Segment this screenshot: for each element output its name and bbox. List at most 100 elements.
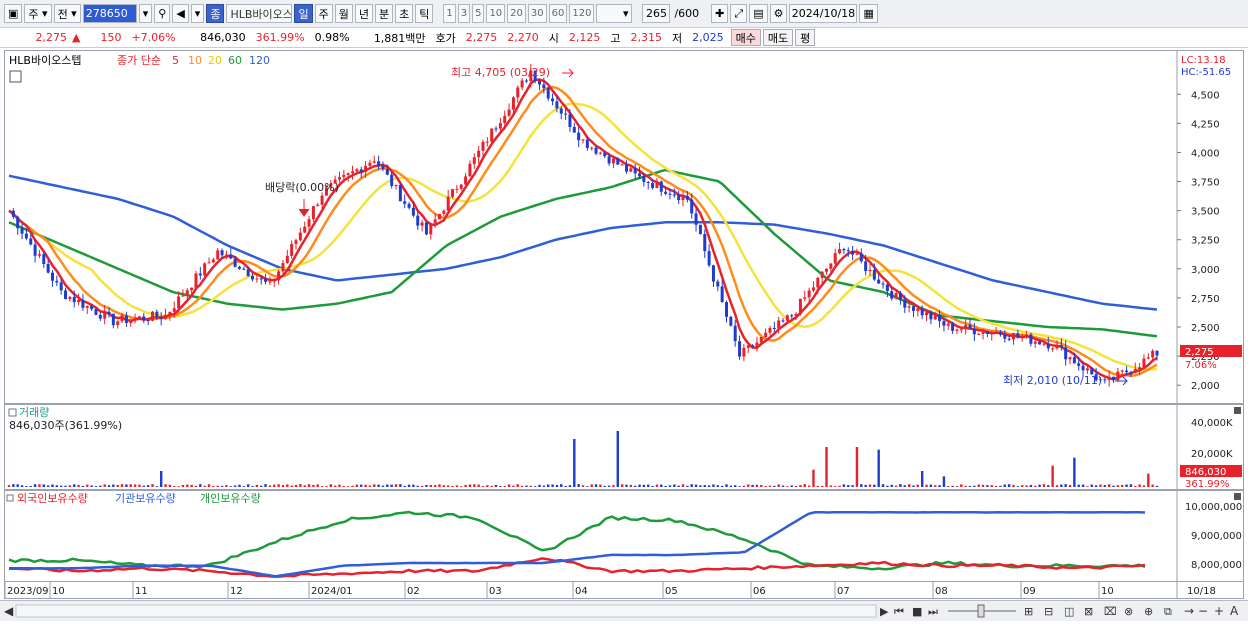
lc-label: LC:13.18 xyxy=(1181,55,1226,66)
volume-chart[interactable]: 거래량 846,030주(361.99%) 40,000K 20,000K 84… xyxy=(5,405,1243,490)
candle-body xyxy=(307,219,311,227)
holding-settings-icon[interactable] xyxy=(6,494,14,502)
count-input[interactable]: 265 xyxy=(642,4,671,23)
candle-body xyxy=(24,233,28,239)
interval-120[interactable]: 120 xyxy=(569,4,595,23)
volume-bar xyxy=(616,431,619,487)
scroll-track[interactable] xyxy=(15,604,877,618)
holding-close-icon[interactable] xyxy=(1234,493,1241,500)
candle-body xyxy=(107,311,111,314)
toolbar-icon-h[interactable]: ⧉ xyxy=(1164,605,1172,618)
candle-body xyxy=(1116,371,1120,381)
crosshair-icon[interactable]: ✚ xyxy=(711,4,729,23)
volume-bar xyxy=(464,484,467,487)
interval-60[interactable]: 60 xyxy=(548,4,568,23)
ma120-legend: 120 xyxy=(249,54,270,67)
candle-body xyxy=(877,279,881,284)
volume-bar xyxy=(868,484,872,487)
arrow-right-icon[interactable]: → xyxy=(1184,604,1194,618)
volume-bar xyxy=(777,484,780,487)
period-month[interactable]: 월 xyxy=(334,4,353,23)
volume-bar xyxy=(373,484,376,487)
candle-body xyxy=(268,281,272,283)
current-price: 2,275 xyxy=(35,31,68,44)
zoom-out-icon[interactable]: − xyxy=(1198,604,1208,618)
prev-select[interactable]: 전 ▾ xyxy=(53,4,81,23)
volume-bar xyxy=(568,485,572,487)
search-icon[interactable]: ⚲ xyxy=(154,4,171,23)
calendar-icon[interactable]: ▦ xyxy=(859,4,878,23)
market-select[interactable]: 주 ▾ xyxy=(24,4,52,23)
price-tick-label: 3,500 xyxy=(1191,207,1220,218)
volume-bar xyxy=(786,486,789,487)
price-tick-label: 2,500 xyxy=(1191,323,1220,334)
volume-pct: 361.99% xyxy=(255,31,305,44)
interval-10[interactable]: 10 xyxy=(486,4,506,23)
last-page-icon[interactable]: ⏭ xyxy=(928,605,938,618)
candle-body xyxy=(855,253,859,255)
x-axis-label: 05 xyxy=(665,586,678,597)
volume-bar xyxy=(738,486,741,487)
volume-bar xyxy=(325,486,328,487)
period-minute[interactable]: 분 xyxy=(374,4,394,23)
interval-20[interactable]: 20 xyxy=(507,4,526,23)
holding-chart[interactable]: 외국인보유수량 기관보유수량 개인보유수량 10,000,000 9,000,0… xyxy=(5,491,1243,581)
scroll-left-icon[interactable]: ◀ xyxy=(4,604,14,618)
chart-type-icon[interactable]: ▣ xyxy=(4,4,23,23)
sell-button[interactable]: 매도 xyxy=(762,29,794,46)
code-dropdown-icon[interactable]: ▾ xyxy=(138,4,153,23)
stock-code-input[interactable]: 278650 xyxy=(82,4,137,23)
interval-1[interactable]: 1 xyxy=(443,4,456,23)
toolbar-icon-d[interactable]: ⊠ xyxy=(1084,605,1093,618)
save-icon[interactable]: ▤ xyxy=(749,4,768,23)
change-pct: +7.06% xyxy=(131,31,176,44)
period-week[interactable]: 주 xyxy=(314,4,333,23)
toolbar-icon-e[interactable]: ⌧ xyxy=(1104,605,1117,618)
period-tick[interactable]: 틱 xyxy=(415,4,434,23)
table-toggle-icon[interactable] xyxy=(9,70,22,83)
period-day[interactable]: 일 xyxy=(294,4,313,23)
volume-bar xyxy=(681,484,685,487)
sound-icon[interactable]: ◀︎ xyxy=(172,4,189,23)
toolbar-icon-b[interactable]: ⊟ xyxy=(1044,605,1053,618)
buy-button[interactable]: 매수 xyxy=(730,29,761,46)
candle-body xyxy=(485,141,489,143)
volume-bar xyxy=(455,485,459,487)
volume-bar xyxy=(451,486,454,487)
toolbar-icon-c[interactable]: ◫ xyxy=(1064,605,1074,618)
font-size-icon[interactable]: A xyxy=(1230,604,1239,618)
candle-body xyxy=(729,316,733,326)
interval-dropdown[interactable]: ▾ xyxy=(596,4,633,23)
draw-icon[interactable]: ⤢ xyxy=(730,4,748,23)
interval-5[interactable]: 5 xyxy=(472,4,485,23)
period-year[interactable]: 년 xyxy=(354,4,373,23)
volume-close-icon[interactable] xyxy=(1234,407,1241,414)
toolbar-icon-f[interactable]: ⊗ xyxy=(1124,605,1133,618)
volume-bar xyxy=(907,484,911,487)
volume-settings-icon[interactable] xyxy=(8,408,17,417)
toolbar-icon-g[interactable]: ⊕ xyxy=(1144,605,1153,618)
chart-scrollbar[interactable]: ◀ ▶ ⏮ ■ ⏭ ⊞ ⊟ ◫ ⊠ ⌧ ⊗ ⊕ ⧉ → − + A xyxy=(0,600,1248,621)
stop-icon[interactable]: ■ xyxy=(912,605,922,618)
interval-30[interactable]: 30 xyxy=(527,4,547,23)
price-chart[interactable]: HLB바이오스텝 종가 단순 5 10 20 60 120 LC:13.18 H… xyxy=(5,51,1243,403)
eval-button[interactable]: 평 xyxy=(795,29,816,46)
interval-3[interactable]: 3 xyxy=(457,4,471,23)
volume-bar xyxy=(716,485,720,487)
volume-bar xyxy=(468,484,472,487)
zoom-in-icon[interactable]: + xyxy=(1214,604,1224,618)
toolbar-icon-a[interactable]: ⊞ xyxy=(1024,605,1033,618)
zoom-slider-handle[interactable] xyxy=(977,604,985,618)
volume-bar xyxy=(1073,457,1076,487)
volume-bar xyxy=(794,485,798,487)
volume-bar xyxy=(781,485,785,487)
volume-bar xyxy=(1016,486,1020,487)
volume-bar xyxy=(977,484,980,487)
scroll-right-icon[interactable]: ▶ xyxy=(880,605,889,618)
stock-dropdown-icon[interactable]: ▾ xyxy=(190,4,205,23)
period-second[interactable]: 초 xyxy=(395,4,414,23)
date-input[interactable]: 2024/10/18 xyxy=(789,4,858,23)
first-page-icon[interactable]: ⏮ xyxy=(894,605,904,618)
settings-icon[interactable]: ⚙ xyxy=(769,4,788,23)
candle-body xyxy=(194,273,198,288)
